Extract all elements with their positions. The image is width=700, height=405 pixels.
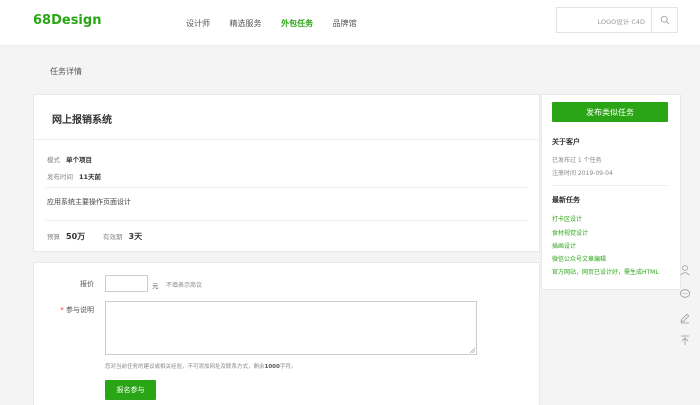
latest-task-link[interactable]: 打卡区设计 — [552, 214, 674, 223]
about-client-title: 关于客户 — [552, 138, 580, 146]
search-icon — [660, 15, 669, 25]
divider — [46, 220, 527, 221]
search-hint: LOGO设计 C4D — [597, 18, 645, 26]
latest-tasks-title: 最新任务 — [552, 196, 580, 204]
client-register-time: 注册时间 2019-09-04 — [552, 170, 613, 177]
mode-value: 单个项目 — [66, 156, 92, 164]
description-hint: 您对当前任务的建议或相关经验，不可添加网址及联系方式，剩余1000字符。 — [105, 362, 296, 370]
task-title: 网上报销系统 — [52, 115, 112, 126]
price-label: 报价 — [80, 280, 94, 288]
publish-similar-button[interactable]: 发布类似任务 — [552, 102, 668, 122]
search-input[interactable]: LOGO设计 C4D — [556, 7, 652, 33]
task-description: 应用系统主要操作页面设计 — [47, 198, 131, 206]
task-budget: 预算 50万 — [47, 231, 85, 242]
validity-value: 3天 — [128, 232, 143, 241]
edit-icon[interactable] — [679, 312, 691, 324]
divider — [46, 187, 527, 188]
top-bar: 68Design 设计师 精选服务 外包任务 品牌馆 LOGO设计 C4D — [0, 0, 700, 46]
nav-item-brands[interactable]: 品牌馆 — [333, 18, 357, 29]
sidebar: 发布类似任务 关于客户 已发布过 1 个任务 注册时间 2019-09-04 最… — [541, 94, 681, 290]
divider — [552, 185, 668, 186]
apply-form: 报价 元 不填表示商议 * 参与说明 您对当前任务的建议或相关经验，不可添加网址… — [33, 262, 540, 405]
main-nav: 设计师 精选服务 外包任务 品牌馆 — [186, 18, 374, 29]
back-to-top-icon[interactable] — [679, 334, 691, 346]
hint-prefix: 您对当前任务的建议或相关经验，不可添加网址及联系方式，剩余 — [105, 364, 265, 370]
validity-label: 有效期 — [103, 233, 123, 241]
task-validity: 有效期 3天 — [103, 231, 142, 242]
latest-task-link[interactable]: 食材视觉设计 — [552, 228, 674, 237]
published-value: 11天前 — [79, 173, 102, 181]
nav-item-designers[interactable]: 设计师 — [186, 18, 210, 29]
task-mode: 模式 单个项目 — [47, 154, 92, 164]
price-unit: 元 — [152, 282, 159, 290]
latest-task-link[interactable]: 官方网站，网页已设计好，需生成HTML — [552, 267, 674, 276]
search-button[interactable] — [652, 7, 678, 33]
page-title: 任务详情 — [50, 67, 82, 76]
submit-button[interactable]: 报名参与 — [105, 380, 156, 400]
floating-toolbar — [676, 260, 694, 350]
chat-icon[interactable] — [679, 288, 691, 300]
nav-item-services[interactable]: 精选服务 — [230, 18, 262, 29]
client-task-count: 已发布过 1 个任务 — [552, 157, 602, 164]
hint-count: 1000 — [264, 364, 280, 370]
price-input[interactable] — [105, 275, 148, 292]
description-label: * 参与说明 — [44, 305, 94, 315]
budget-label: 预算 — [47, 233, 60, 241]
description-textarea[interactable] — [105, 301, 477, 355]
published-label: 发布时间 — [47, 173, 73, 181]
site-logo[interactable]: 68Design — [33, 13, 101, 28]
resize-handle-icon[interactable] — [469, 347, 475, 353]
task-detail-panel: 网上报销系统 模式 单个项目 发布时间 11天前 应用系统主要操作页面设计 预算 50… — [33, 94, 540, 252]
price-note: 不填表示商议 — [166, 282, 203, 289]
hint-suffix: 字符。 — [279, 364, 297, 370]
description-label-text: 参与说明 — [66, 306, 94, 314]
user-icon[interactable] — [679, 264, 691, 276]
latest-task-link[interactable]: 微信公众号文章编辑 — [552, 254, 674, 263]
budget-value: 50万 — [66, 232, 86, 241]
latest-task-link[interactable]: 插画设计 — [552, 241, 674, 250]
nav-item-tasks[interactable]: 外包任务 — [281, 18, 313, 29]
task-published: 发布时间 11天前 — [47, 171, 101, 181]
divider — [34, 139, 539, 140]
mode-label: 模式 — [47, 156, 60, 164]
